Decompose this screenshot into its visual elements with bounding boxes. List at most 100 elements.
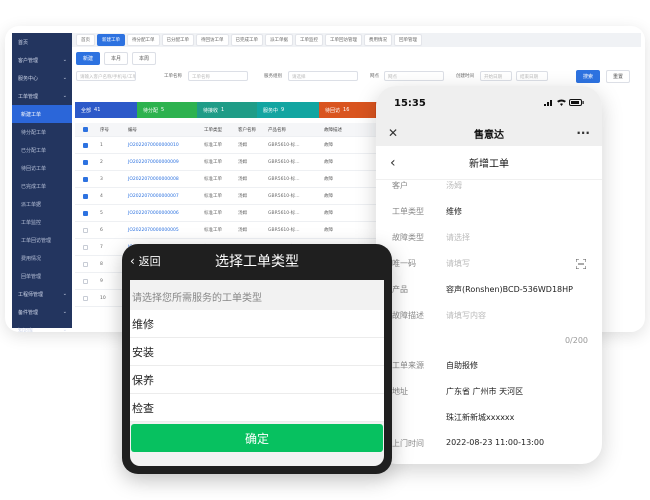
field-value[interactable]: 请填写内容 [446,310,486,321]
tab-item[interactable]: 新建工单 [97,34,125,46]
column-header: 客户名称 [238,127,256,133]
table-cell[interactable]: JO2022070000000007 [128,194,204,199]
chevron-down-icon: ⌄ [62,93,67,99]
tab-item[interactable]: 已完成工单 [230,34,263,46]
status-label: 待分配 [143,107,159,114]
source-label: 工单来源 [392,361,424,370]
sidebar-item[interactable]: 工单回访管理 [12,231,72,249]
row-checkbox[interactable] [83,159,88,165]
field-value[interactable]: 汤姆 [446,180,462,191]
sidebar-item[interactable]: 客户管理 ⌄ [12,51,72,69]
service-select[interactable]: 请选择 [288,71,358,81]
more-icon[interactable]: ··· [576,126,590,140]
status-segment[interactable]: 全部 41 [75,102,137,118]
sidebar-item[interactable]: 服务中心 ⌄ [12,69,72,87]
order-type-option[interactable]: 安装 [130,338,384,366]
table-cell[interactable]: JO2022070000000006 [128,211,204,216]
table-cell: 汤姆 [238,160,247,165]
back-button[interactable]: ‹ 返回 [130,253,161,269]
reset-button[interactable]: 重置 [606,70,631,83]
tab-item[interactable]: 待分配工单 [127,34,160,46]
table-cell: GBR5610-标... [268,143,300,148]
tab-item[interactable]: 费用情况 [364,34,392,46]
sidebar-item[interactable]: 待分配工单 [12,123,72,141]
table-cell[interactable]: JO2022070000000008 [128,177,204,182]
address-detail[interactable]: 珠江新新城xxxxxx [446,412,514,423]
sidebar-item[interactable]: 派工单据 [12,195,72,213]
new-button[interactable]: 新建 [76,52,101,65]
order-type-option[interactable]: 检查 [130,394,384,422]
select-all-checkbox[interactable] [83,127,88,132]
row-checkbox[interactable] [83,210,88,216]
row-checkbox[interactable] [83,244,88,250]
sidebar-item-label: 已分配工单 [21,147,47,154]
table-cell: 6 [100,227,103,233]
status-segment[interactable]: 待回访 16 [319,102,375,118]
tab-item[interactable]: 派工单据 [265,34,293,46]
status-segment[interactable]: 待分配 5 [137,102,197,118]
scan-icon[interactable] [575,254,587,270]
table-cell[interactable]: JO2022070000000010 [128,143,204,148]
address-value[interactable]: 广东省 广州市 天河区 [446,386,523,397]
month-select[interactable]: 本月 [104,52,129,65]
end-date-input[interactable]: 结束日期 [516,71,548,81]
sidebar-item[interactable]: 工单管理 ⌄ [12,87,72,105]
status-segment[interactable]: 待接收 1 [197,102,257,118]
field-value[interactable]: 容声(Ronshen)BCD-536WD18HP [446,284,573,295]
sidebar-item[interactable]: 工程师管理 ⌄ [12,285,72,303]
column-header: 编号 [128,127,137,133]
tab-item[interactable]: 已分配工单 [161,34,194,46]
picker-hint: 请选择您所需服务的工单类型 [132,293,262,304]
column-header: 产品名称 [268,127,286,133]
table-cell: 故障 [324,177,333,182]
search-button[interactable]: 搜索 [576,70,601,83]
app-nav-bar: ✕ 售意达 ··· [376,120,602,146]
status-segment[interactable]: 服务中 9 [257,102,319,118]
source-value[interactable]: 自助报修 [446,360,478,371]
order-type-option[interactable]: 维修 [130,310,384,338]
row-checkbox[interactable] [83,176,88,182]
field-value[interactable]: 请填写 [446,258,470,269]
sidebar-item[interactable]: 已完成工单 [12,177,72,195]
field-value[interactable]: 维修 [446,206,462,217]
row-checkbox[interactable] [83,142,88,148]
sidebar-item[interactable]: 新建工单 [12,105,72,123]
row-checkbox[interactable] [83,278,88,284]
sidebar-item[interactable]: 回单管理 [12,267,72,285]
page-header: ‹ 新增工单 [376,146,602,180]
tab-item[interactable]: 首页 [76,34,95,46]
row-checkbox[interactable] [83,193,88,199]
keyword-input[interactable]: 请输入客户名称/手机号/工单号 [76,71,136,81]
sidebar-item[interactable]: 待回访工单 [12,159,72,177]
sidebar-item-label: 知识库 [18,327,34,333]
form-row: 工单类型 维修 [392,206,588,217]
tab-item[interactable]: 工单监控 [295,34,323,46]
row-checkbox[interactable] [83,295,88,301]
column-header: 故障描述 [324,127,342,133]
order-type-option[interactable]: 保养 [130,366,384,394]
table-cell[interactable]: JO2022070000000009 [128,160,204,165]
field-value[interactable]: 请选择 [446,232,470,243]
table-cell[interactable]: JO2022070000000005 [128,228,204,233]
close-icon[interactable]: ✕ [388,126,398,140]
sidebar-item[interactable]: 工单监控 [12,213,72,231]
site-input[interactable]: 网点 [384,71,444,81]
visit-time-value[interactable]: 2022-08-23 11:00-13:00 [446,438,544,449]
row-checkbox[interactable] [83,261,88,267]
sidebar-item[interactable]: 已分配工单 [12,141,72,159]
sidebar-item[interactable]: 费用情况 [12,249,72,267]
week-select[interactable]: 本周 [132,52,157,65]
tab-item[interactable]: 工单回访管理 [325,34,362,46]
row-checkbox[interactable] [83,227,88,233]
order-name-input[interactable]: 工单名称 [188,71,248,81]
confirm-button[interactable]: 确定 [131,424,383,452]
tab-item[interactable]: 待回访工单 [196,34,229,46]
sidebar-item[interactable]: 备件管理 ⌄ [12,303,72,321]
sidebar-item-label: 工单管理 [18,93,39,100]
start-date-input[interactable]: 开始日期 [480,71,512,81]
tab-item[interactable]: 回单管理 [394,34,422,46]
sidebar-item[interactable]: 知识库 ⌄ [12,321,72,332]
table-cell: GBR5610-标... [268,177,300,182]
back-chevron-icon[interactable]: ‹ [390,155,396,171]
sidebar-item[interactable]: 首页 [12,33,72,51]
